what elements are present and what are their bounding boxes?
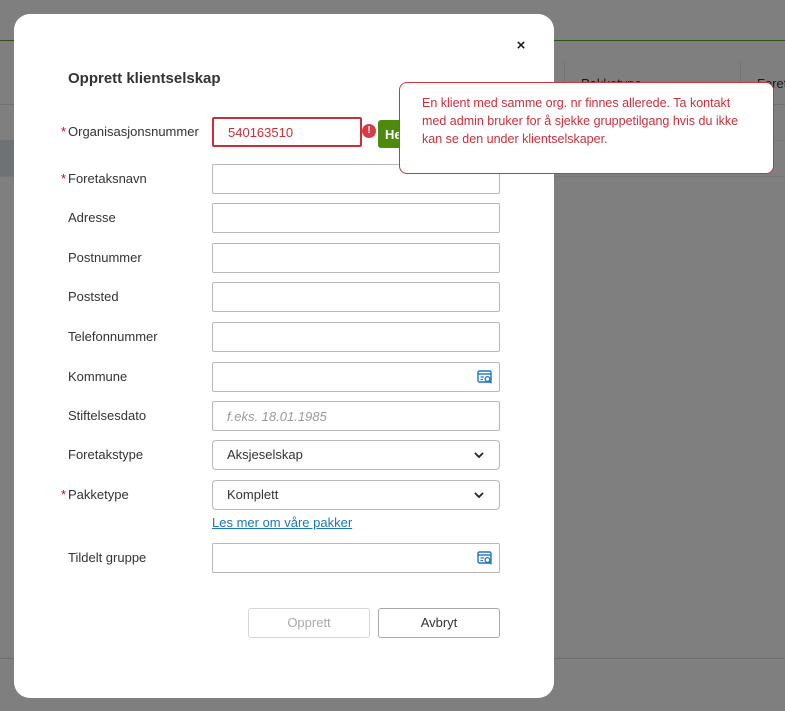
duplicate-org-error-tooltip: En klient med samme org. nr finnes aller… (399, 82, 774, 174)
postal-place-field[interactable] (212, 282, 500, 312)
phone-label: Telefonnummer (68, 329, 158, 344)
municipality-label: Kommune (68, 369, 128, 384)
dialog-title: Opprett klientselskap (68, 70, 221, 87)
package-type-label: Pakketype (68, 487, 129, 502)
postal-place-row: Poststed (14, 282, 554, 312)
assigned-group-label: Tildelt gruppe (68, 550, 147, 565)
phone-row: Telefonnummer (14, 322, 554, 352)
postal-code-label: Postnummer (68, 250, 142, 265)
address-field[interactable] (212, 203, 500, 233)
address-row: Adresse (14, 203, 554, 233)
required-marker: * (61, 124, 67, 139)
package-info-link[interactable]: Les mer om våre pakker (212, 515, 352, 530)
founding-date-label: Stiftelsesdato (68, 408, 147, 423)
org-number-label: Organisasjonsnummer (68, 124, 199, 139)
package-type-row: * Pakketype Komplett (14, 480, 554, 510)
chevron-down-icon (474, 452, 484, 459)
municipality-row: Kommune (14, 362, 554, 392)
assigned-group-row: Tildelt gruppe (14, 543, 554, 573)
lookup-list-icon[interactable] (477, 550, 493, 566)
cancel-button[interactable]: Avbryt (378, 608, 500, 638)
error-icon: ! (362, 124, 376, 138)
postal-place-label: Poststed (68, 289, 119, 304)
company-type-value: Aksjeselskap (227, 447, 303, 462)
required-marker: * (61, 487, 67, 502)
assigned-group-field[interactable] (212, 543, 500, 573)
company-type-select[interactable]: Aksjeselskap (212, 440, 500, 470)
company-type-label: Foretakstype (68, 447, 144, 462)
municipality-field[interactable] (212, 362, 500, 392)
municipality-input[interactable] (213, 363, 491, 391)
org-number-input[interactable] (214, 119, 362, 145)
founding-date-input[interactable] (213, 402, 491, 430)
address-input[interactable] (213, 204, 491, 232)
company-name-label: Foretaksnavn (68, 171, 147, 186)
package-type-value: Komplett (227, 487, 279, 502)
phone-input[interactable] (213, 323, 491, 351)
postal-code-field[interactable] (212, 243, 500, 273)
founding-date-row: Stiftelsesdato (14, 401, 554, 431)
chevron-down-icon (474, 492, 484, 499)
close-icon[interactable]: × (513, 38, 529, 54)
postal-code-row: Postnummer (14, 243, 554, 273)
required-marker: * (61, 171, 67, 186)
org-number-field[interactable] (212, 117, 362, 147)
postal-code-input[interactable] (213, 244, 491, 272)
company-type-row: Foretakstype Aksjeselskap (14, 440, 554, 470)
phone-field[interactable] (212, 322, 500, 352)
postal-place-input[interactable] (213, 283, 491, 311)
founding-date-field[interactable] (212, 401, 500, 431)
assigned-group-input[interactable] (213, 544, 491, 572)
address-label: Adresse (68, 210, 116, 225)
lookup-list-icon[interactable] (477, 369, 493, 385)
create-button[interactable]: Opprett (248, 608, 370, 638)
package-type-select[interactable]: Komplett (212, 480, 500, 510)
